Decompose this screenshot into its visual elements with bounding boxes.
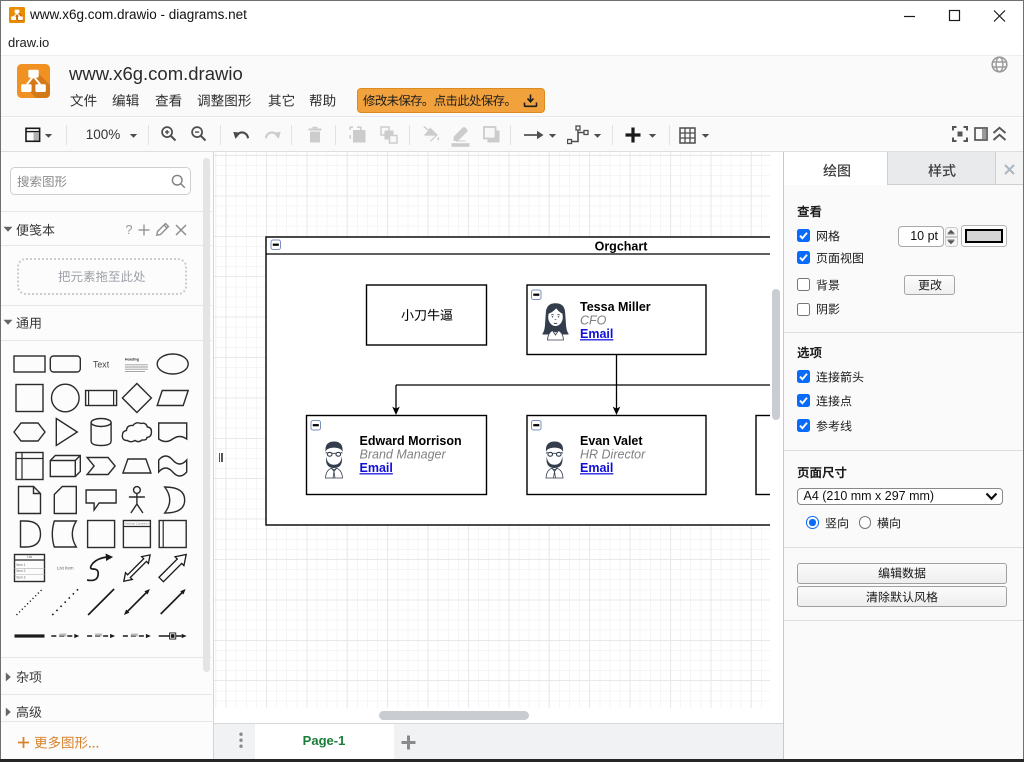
svg-text:CFO: CFO [580, 314, 607, 328]
svg-text:List: List [27, 555, 32, 559]
svg-text:List Item: List Item [57, 566, 74, 571]
svg-text:Email: Email [360, 461, 393, 475]
svg-text:Item 2: Item 2 [17, 569, 26, 573]
svg-text:Vertical Container: Vertical Container [125, 522, 149, 526]
svg-text:Orgchart: Orgchart [595, 240, 649, 254]
svg-text:Heading: Heading [125, 358, 139, 362]
svg-text:Evan Valet: Evan Valet [580, 434, 643, 448]
svg-text:Email: Email [580, 327, 613, 341]
svg-text:Item 1: Item 1 [17, 563, 26, 567]
svg-text:Item 3: Item 3 [17, 575, 26, 579]
svg-text:Email: Email [580, 461, 613, 475]
svg-text:HR Director: HR Director [580, 448, 646, 462]
svg-text:Text: Text [93, 360, 110, 370]
svg-text:Edward Morrison: Edward Morrison [360, 434, 462, 448]
svg-text:Tessa Miller: Tessa Miller [580, 300, 651, 314]
svg-text:Brand Manager: Brand Manager [360, 448, 447, 462]
